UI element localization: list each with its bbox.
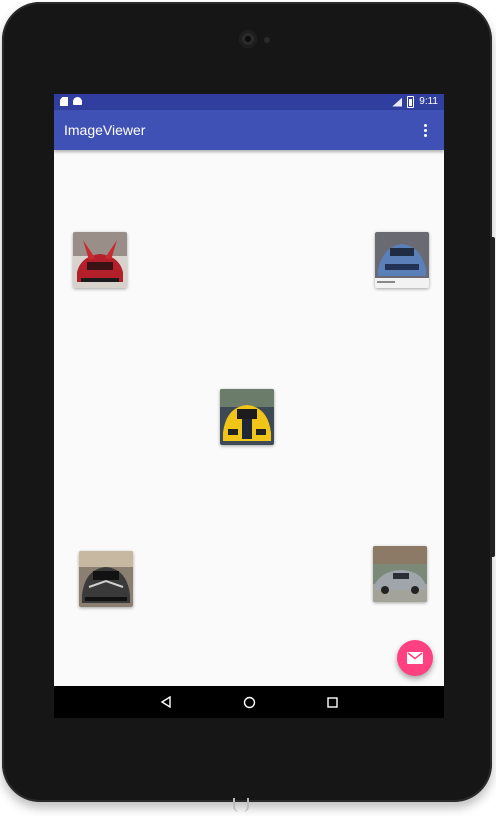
android-icon — [73, 97, 82, 105]
back-button[interactable] — [158, 694, 174, 710]
image-thumbnail-black-supercar[interactable] — [79, 551, 133, 607]
app-bar: ImageViewer — [54, 110, 444, 150]
mail-fab-button[interactable] — [397, 640, 433, 676]
battery-icon — [407, 96, 415, 108]
recents-button[interactable] — [324, 694, 340, 710]
volume-button — [490, 237, 495, 557]
sensor-dot — [264, 37, 270, 43]
sd-card-icon — [60, 97, 68, 106]
home-button[interactable] — [241, 694, 257, 710]
tablet-frame: 9:11 ImageViewer — [2, 2, 495, 812]
silver-supercar-image — [373, 546, 427, 602]
image-canvas — [54, 150, 444, 686]
recents-icon — [326, 696, 338, 708]
overflow-menu-icon[interactable] — [424, 124, 428, 137]
home-icon — [243, 696, 255, 708]
status-bar: 9:11 — [54, 94, 444, 110]
back-icon — [160, 696, 171, 708]
image-thumbnail-blue-supercar[interactable] — [375, 232, 429, 288]
clock: 9:11 — [419, 96, 438, 107]
red-supercar-image — [73, 232, 127, 288]
screen: 9:11 ImageViewer — [54, 94, 444, 718]
mail-icon — [407, 652, 423, 664]
bottom-connector — [233, 798, 249, 812]
black-supercar-image — [79, 551, 133, 607]
navigation-bar — [54, 686, 444, 718]
signal-icon — [392, 97, 403, 107]
yellow-supercar-image — [220, 389, 274, 445]
camera-icon — [239, 30, 257, 48]
app-title: ImageViewer — [64, 122, 146, 138]
image-thumbnail-yellow-supercar[interactable] — [220, 389, 274, 445]
blue-supercar-image — [375, 232, 429, 288]
image-thumbnail-red-supercar[interactable] — [73, 232, 127, 288]
image-thumbnail-silver-supercar[interactable] — [373, 546, 427, 602]
